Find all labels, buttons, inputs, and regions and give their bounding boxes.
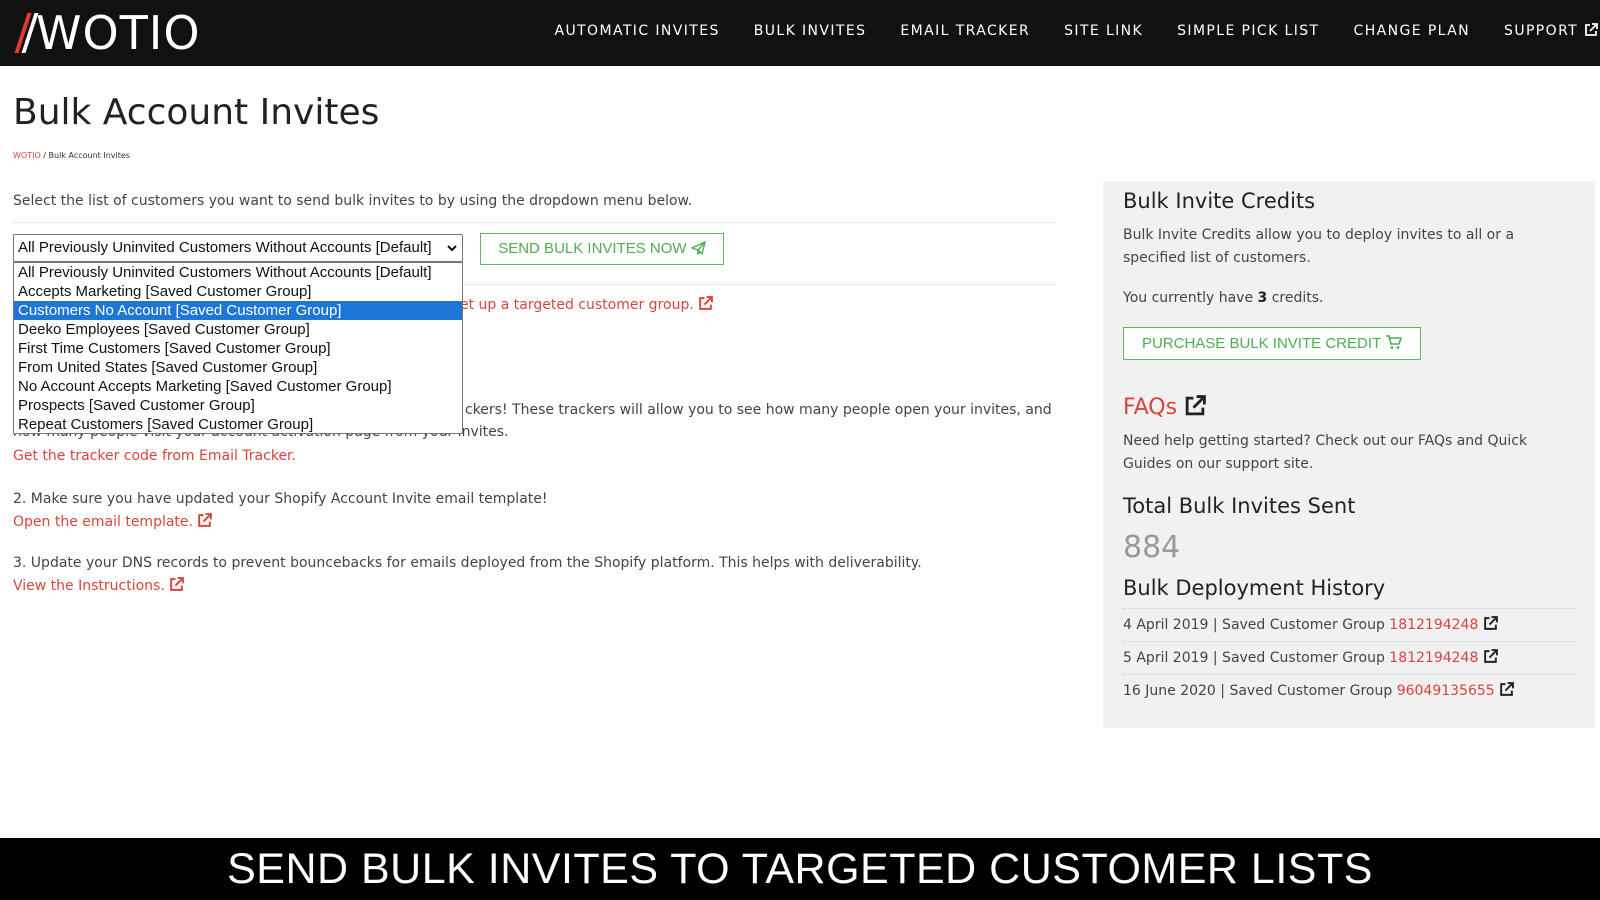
logo-mark-icon (18, 11, 34, 55)
email-template-link[interactable]: Open the email template. (13, 513, 213, 530)
sidebar-panel: Bulk Invite Credits Bulk Invite Credits … (1103, 181, 1595, 728)
history-row-text: 4 April 2019 | Saved Customer Group (1123, 617, 1390, 633)
dropdown-option[interactable]: Accepts Marketing [Saved Customer Group] (14, 282, 462, 301)
dropdown-option[interactable]: Deeko Employees [Saved Customer Group] (14, 320, 462, 339)
logo-text: WOTIO (36, 6, 201, 60)
history-row: 4 April 2019 | Saved Customer Group 1812… (1123, 608, 1575, 641)
external-link-icon (1185, 395, 1206, 416)
external-link-icon[interactable] (1483, 649, 1498, 664)
breadcrumb-separator: / (40, 151, 49, 160)
select-value: All Previously Uninvited Customers Witho… (18, 239, 432, 256)
send-bulk-invites-button[interactable]: SEND BULK INVITES NOW (480, 233, 724, 265)
external-link-icon (699, 296, 714, 310)
customer-group-select[interactable]: All Previously Uninvited Customers Witho… (13, 234, 463, 262)
nav-change-plan[interactable]: CHANGE PLAN (1354, 23, 1471, 39)
nav-support[interactable]: SUPPORT (1504, 23, 1598, 39)
step-3-text: 3. Update your DNS records to prevent bo… (13, 555, 922, 571)
credits-description: Bulk Invite Credits allow you to deploy … (1123, 227, 1515, 266)
chevron-down-icon (447, 245, 457, 252)
cart-icon (1386, 335, 1403, 349)
tracker-code-link[interactable]: Get the tracker code from Email Tracker. (13, 448, 296, 464)
history-row: 16 June 2020 | Saved Customer Group 9604… (1123, 674, 1575, 707)
credits-count-text: You currently have 3 credits. (1123, 287, 1563, 310)
credits-title: Bulk Invite Credits (1123, 189, 1316, 213)
external-link-icon[interactable] (1499, 682, 1515, 697)
external-link-icon (1585, 23, 1598, 36)
breadcrumb-home-link[interactable]: WOTIO (13, 151, 41, 160)
targeted-link-text: et up a targeted customer group. (460, 297, 694, 313)
dns-instructions-link[interactable]: View the Instructions. (13, 577, 185, 594)
nav-email-tracker[interactable]: EMAIL TRACKER (900, 23, 1030, 39)
dropdown-option[interactable]: All Previously Uninvited Customers Witho… (14, 263, 462, 282)
breadcrumb-current: Bulk Account Invites (48, 151, 130, 160)
credits-prefix: You currently have (1123, 290, 1258, 306)
customer-group-dropdown[interactable]: All Previously Uninvited Customers Witho… (13, 262, 463, 434)
dropdown-option[interactable]: From United States [Saved Customer Group… (14, 358, 462, 377)
history-group-link[interactable]: 96049135655 (1397, 683, 1495, 699)
wotio-logo[interactable]: WOTIO (18, 6, 201, 60)
breadcrumb: WOTIO / Bulk Account Invites (13, 151, 130, 160)
nav-bulk-invites[interactable]: BULK INVITES (754, 23, 867, 39)
video-caption: SEND BULK INVITES TO TARGETED CUSTOMER L… (0, 838, 1600, 900)
dropdown-option[interactable]: Repeat Customers [Saved Customer Group] (14, 415, 462, 434)
dns-instructions-link-text: View the Instructions. (13, 578, 165, 594)
faqs-description: Need help getting started? Check out our… (1123, 433, 1528, 472)
purchase-button-label: PURCHASE BULK INVITE CREDIT (1141, 335, 1381, 352)
step-2-text: 2. Make sure you have updated your Shopi… (13, 491, 548, 507)
history-row-text: 16 June 2020 | Saved Customer Group (1123, 683, 1397, 699)
faqs-title: FAQs (1123, 395, 1178, 420)
faqs-link[interactable]: FAQs (1123, 395, 1206, 420)
targeted-group-link[interactable]: et up a targeted customer group. (460, 296, 714, 313)
dropdown-option[interactable]: Prospects [Saved Customer Group] (14, 396, 462, 415)
top-navbar: WOTIO AUTOMATIC INVITES BULK INVITES EMA… (0, 0, 1600, 66)
dropdown-option[interactable]: No Account Accepts Marketing [Saved Cust… (14, 377, 462, 396)
history-row: 5 April 2019 | Saved Customer Group 1812… (1123, 641, 1575, 674)
purchase-credit-button[interactable]: PURCHASE BULK INVITE CREDIT (1123, 327, 1421, 360)
external-link-icon[interactable] (1483, 616, 1498, 631)
credits-suffix: credits. (1267, 290, 1324, 306)
email-template-link-text: Open the email template. (13, 514, 193, 530)
page-title: Bulk Account Invites (13, 92, 380, 133)
external-link-icon (198, 513, 213, 527)
intro-text: Select the list of customers you want to… (13, 193, 693, 209)
divider (13, 222, 1055, 223)
trackers-line-1: ckers! These trackers will allow you to … (465, 402, 1052, 418)
dropdown-option-highlighted[interactable]: Customers No Account [Saved Customer Gro… (14, 301, 462, 320)
history-title: Bulk Deployment History (1123, 576, 1386, 600)
total-invites-count: 884 (1123, 530, 1181, 565)
external-link-icon (170, 577, 185, 591)
nav-support-label: SUPPORT (1504, 23, 1579, 39)
send-button-label: SEND BULK INVITES NOW (498, 240, 687, 257)
history-group-link[interactable]: 1812194248 (1389, 650, 1478, 666)
paper-plane-icon (689, 240, 706, 256)
nav-automatic-invites[interactable]: AUTOMATIC INVITES (554, 23, 719, 39)
main-nav: AUTOMATIC INVITES BULK INVITES EMAIL TRA… (520, 0, 1600, 62)
dropdown-option[interactable]: First Time Customers [Saved Customer Gro… (14, 339, 462, 358)
history-group-link[interactable]: 1812194248 (1389, 617, 1478, 633)
nav-site-link[interactable]: SITE LINK (1064, 23, 1143, 39)
credits-count: 3 (1257, 290, 1268, 306)
history-row-text: 5 April 2019 | Saved Customer Group (1123, 650, 1390, 666)
total-invites-title: Total Bulk Invites Sent (1123, 494, 1356, 518)
nav-simple-pick-list[interactable]: SIMPLE PICK LIST (1177, 23, 1319, 39)
